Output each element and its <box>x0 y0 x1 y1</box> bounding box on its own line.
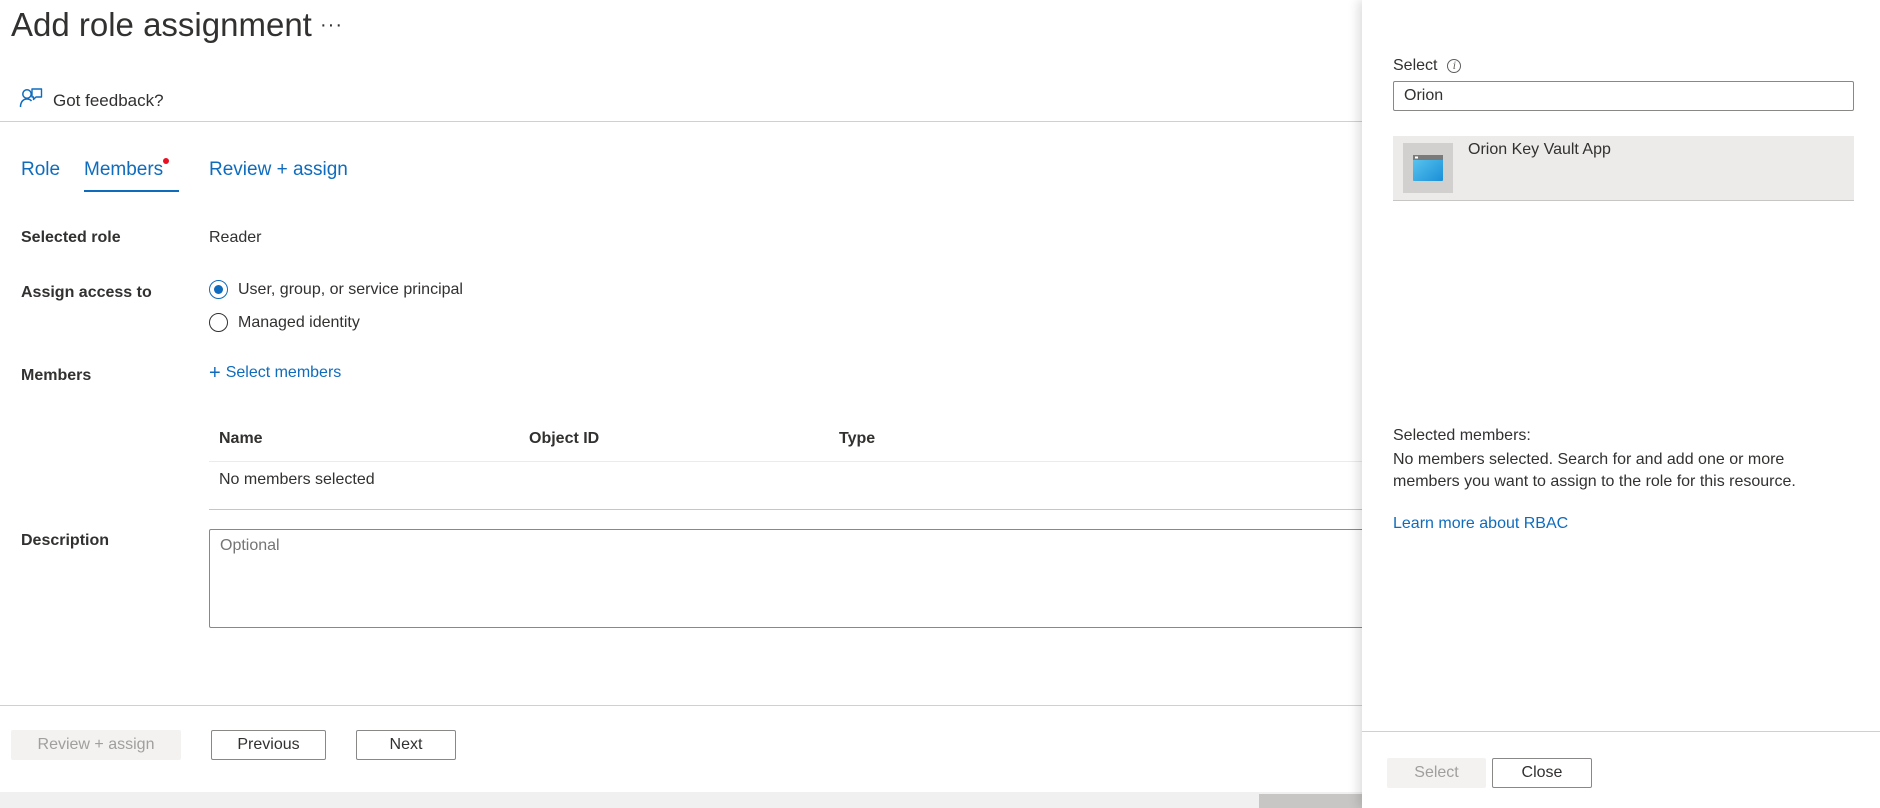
panel-close-button[interactable]: Close <box>1492 758 1592 788</box>
assign-access-label: Assign access to <box>21 284 152 301</box>
description-label: Description <box>21 532 110 549</box>
more-options-icon[interactable]: ··· <box>320 10 343 40</box>
table-bottom-divider <box>209 509 1362 510</box>
select-members-panel <box>1362 0 1880 808</box>
column-header-type: Type <box>839 430 876 447</box>
page-title: Add role assignment <box>11 6 312 43</box>
panel-select-button[interactable]: Select <box>1387 758 1486 788</box>
next-button[interactable]: Next <box>356 730 456 760</box>
radio-label: User, group, or service principal <box>238 280 463 298</box>
radio-button[interactable] <box>209 313 228 332</box>
description-input[interactable] <box>209 529 1389 628</box>
footer-divider <box>0 705 1362 706</box>
plus-icon: + <box>209 362 221 384</box>
search-result-name: Orion Key Vault App <box>1468 141 1611 158</box>
learn-more-rbac-link[interactable]: Learn more about RBAC <box>1393 515 1568 533</box>
tab-review-assign[interactable]: Review + assign <box>209 159 348 181</box>
select-members-link[interactable]: + Select members <box>209 362 342 384</box>
selected-role-label: Selected role <box>21 229 121 246</box>
member-search-input[interactable] <box>1393 81 1854 111</box>
selected-members-text: No members selected. Search for and add … <box>1393 451 1796 490</box>
select-members-label: Select members <box>225 364 342 381</box>
scrollbar-thumb[interactable] <box>1259 794 1362 808</box>
assign-option-managed-identity[interactable]: Managed identity <box>209 313 360 332</box>
review-assign-button[interactable]: Review + assign <box>11 730 181 760</box>
feedback-icon <box>19 87 43 114</box>
radio-button-selected[interactable] <box>209 280 228 299</box>
table-header-divider <box>209 461 1362 462</box>
app-registration-icon <box>1403 143 1453 193</box>
panel-footer-divider <box>1362 731 1880 732</box>
tab-role[interactable]: Role <box>21 159 60 181</box>
empty-members-text: No members selected <box>219 471 375 488</box>
feedback-label: Got feedback? <box>53 90 164 110</box>
assign-option-user-group-sp[interactable]: User, group, or service principal <box>209 280 463 299</box>
select-label-text: Select <box>1393 57 1438 74</box>
feedback-link[interactable]: Got feedback? <box>19 87 164 114</box>
search-result-item[interactable]: Orion Key Vault App <box>1393 136 1854 201</box>
members-label: Members <box>21 367 92 384</box>
radio-label: Managed identity <box>238 313 360 331</box>
horizontal-scrollbar[interactable] <box>0 792 1362 808</box>
active-tab-indicator <box>84 190 179 192</box>
selected-role-value: Reader <box>209 229 262 246</box>
previous-button[interactable]: Previous <box>211 730 326 760</box>
column-header-name: Name <box>219 430 263 447</box>
select-label: Select i <box>1393 57 1462 75</box>
tab-notification-dot <box>163 158 169 164</box>
selected-members-title: Selected members: <box>1393 427 1531 444</box>
column-header-object-id: Object ID <box>529 430 600 447</box>
header-divider <box>0 121 1362 122</box>
tab-members[interactable]: Members <box>84 159 163 181</box>
info-icon[interactable]: i <box>1447 59 1462 73</box>
